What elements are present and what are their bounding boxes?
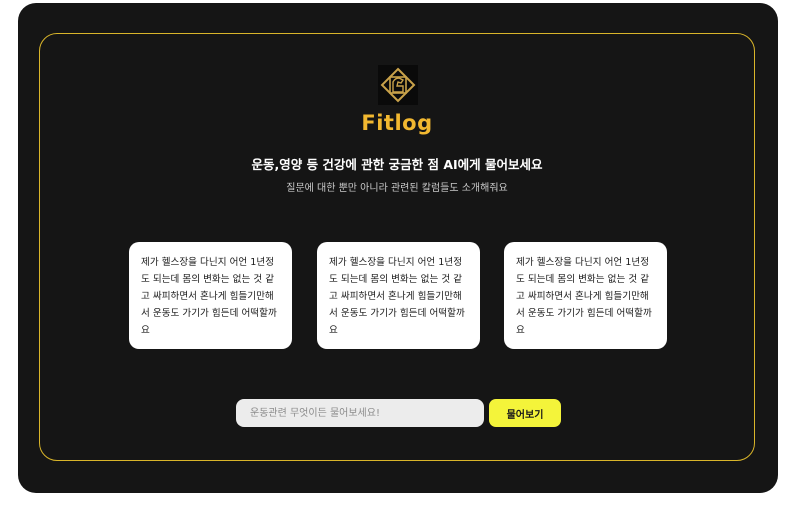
brand-name: Fitlog — [361, 111, 433, 135]
suggestion-card[interactable]: 제가 헬스장을 다닌지 어언 1년정도 되는데 몸의 변화는 없는 것 같고 싸… — [317, 242, 480, 349]
suggestion-card[interactable]: 제가 헬스장을 다닌지 어언 1년정도 되는데 몸의 변화는 없는 것 같고 싸… — [129, 242, 292, 349]
question-input[interactable] — [236, 399, 484, 427]
fitness-emblem-icon — [378, 65, 418, 105]
app-container: Fitlog 운동,영양 등 건강에 관한 궁금한 점 AI에게 물어보세요 질… — [18, 3, 778, 493]
suggestion-card[interactable]: 제가 헬스장을 다닌지 어언 1년정도 되는데 몸의 변화는 없는 것 같고 싸… — [504, 242, 667, 349]
page-subline: 질문에 대한 뿐만 아니라 관련된 칼럼들도 소개해줘요 — [286, 183, 508, 194]
page-headline: 운동,영양 등 건강에 관한 궁금한 점 AI에게 물어보세요 — [251, 157, 543, 172]
ask-button[interactable]: 물어보기 — [489, 399, 561, 427]
chat-panel: Fitlog 운동,영양 등 건강에 관한 궁금한 점 AI에게 물어보세요 질… — [39, 33, 755, 461]
